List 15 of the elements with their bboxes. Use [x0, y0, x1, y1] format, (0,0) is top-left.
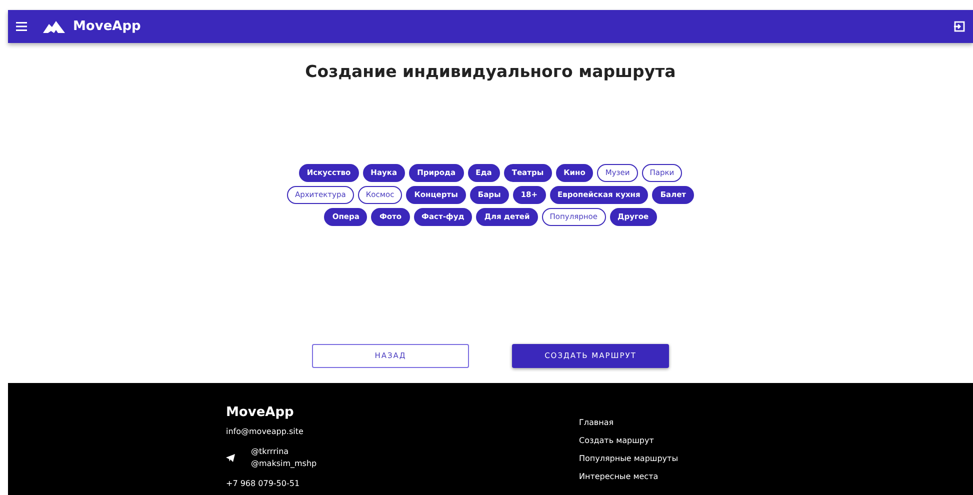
footer-email[interactable]: info@moveapp.site [226, 426, 579, 438]
footer-link[interactable]: Создать маршрут [579, 434, 654, 447]
footer-phone: +7 968 079-50-51 [226, 478, 301, 490]
app-title: MoveApp [73, 18, 141, 36]
menu-icon[interactable] [16, 22, 27, 31]
footer-link[interactable]: Популярные маршруты [579, 452, 678, 465]
footer-link[interactable]: Главная [579, 416, 614, 429]
telegram-icon[interactable] [226, 454, 235, 462]
footer-link[interactable]: Интересные места [579, 470, 658, 483]
telegram-handle[interactable]: @tkrrrina [251, 446, 317, 458]
telegram-handle[interactable]: @maksim_mshp [251, 458, 317, 470]
page-title: Создание индивидуального маршрута [304, 62, 677, 82]
logout-icon[interactable] [954, 21, 965, 32]
footer-brand: MoveApp [226, 404, 295, 422]
mountain-logo-icon [43, 20, 65, 33]
